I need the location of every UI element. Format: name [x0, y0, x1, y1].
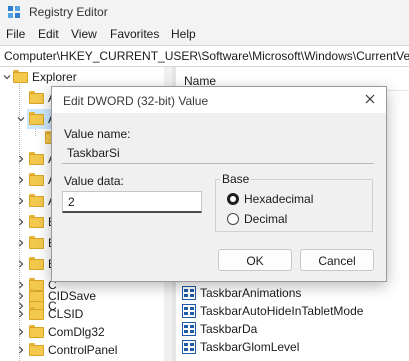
folder-icon [29, 215, 44, 228]
folder-icon [29, 91, 44, 104]
ok-button[interactable]: OK [218, 249, 292, 271]
value-name: TaskbarAnimations [200, 286, 302, 300]
tree-item-controlpanel[interactable]: ControlPanel [0, 340, 164, 361]
value-name-field[interactable]: TaskbarSi [62, 143, 374, 164]
chevron-right-icon[interactable] [17, 197, 25, 205]
dialog-title: Edit DWORD (32-bit) Value [63, 94, 209, 108]
decimal-radio[interactable] [227, 213, 239, 225]
menu-help[interactable]: Help [171, 27, 196, 41]
window-title: Registry Editor [29, 5, 108, 19]
tree-item-label: ComDlg32 [48, 325, 105, 339]
folder-icon [29, 173, 44, 186]
chevron-right-icon[interactable] [17, 155, 25, 163]
title-bar: Registry Editor [0, 0, 409, 24]
edit-dword-dialog[interactable]: Edit DWORD (32-bit) Value Value name: Ta… [51, 86, 387, 282]
value-data-text: 2 [68, 195, 75, 209]
chevron-right-icon[interactable] [17, 260, 25, 268]
value-name-text: TaskbarSi [67, 146, 120, 160]
menu-favorites[interactable]: Favorites [110, 27, 159, 41]
value-data-label: Value data: [64, 174, 124, 188]
chevron-down-icon[interactable] [17, 115, 25, 123]
menu-view[interactable]: View [71, 27, 97, 41]
dword-value-icon [182, 286, 196, 300]
value-row[interactable]: TaskbarGlomLevel [182, 339, 402, 357]
folder-icon [29, 194, 44, 207]
close-icon[interactable] [364, 93, 376, 105]
value-row[interactable]: TaskbarDa [182, 321, 402, 339]
hexadecimal-radio[interactable] [227, 193, 239, 205]
chevron-right-icon[interactable] [17, 218, 25, 226]
decimal-label[interactable]: Decimal [244, 212, 287, 226]
tree-item-label: CLSID [48, 307, 84, 321]
tree-item-explorer[interactable]: Explorer [0, 67, 164, 88]
dword-value-icon [182, 304, 196, 318]
tree-item-label: CIDSave [48, 289, 97, 303]
value-row[interactable]: TaskbarAutoHideInTabletMode [182, 303, 402, 321]
value-name-label: Value name: [64, 127, 131, 141]
value-name: TaskbarGlomLevel [200, 340, 300, 354]
chevron-right-icon[interactable] [17, 292, 25, 300]
chevron-right-icon[interactable] [17, 176, 25, 184]
dialog-title-bar[interactable]: Edit DWORD (32-bit) Value [52, 87, 386, 113]
chevron-right-icon[interactable] [17, 346, 25, 354]
folder-icon [29, 325, 44, 338]
menu-bar: File Edit View Favorites Help [0, 24, 409, 45]
folder-icon [29, 307, 44, 320]
value-row[interactable]: TaskbarAnimations [182, 285, 402, 303]
folder-icon [29, 152, 44, 165]
dword-value-icon [182, 340, 196, 354]
folder-icon [29, 343, 44, 356]
menu-file[interactable]: File [6, 27, 25, 41]
folder-icon [13, 70, 28, 83]
chevron-right-icon[interactable] [17, 328, 25, 336]
tree-item-label: Explorer [32, 70, 77, 84]
value-data-input[interactable]: 2 [62, 191, 202, 213]
folder-open-icon [29, 112, 44, 125]
cancel-button[interactable]: Cancel [300, 249, 374, 271]
folder-icon [29, 257, 44, 270]
registry-editor-icon [8, 6, 20, 18]
value-name: TaskbarAutoHideInTabletMode [200, 304, 364, 318]
dword-value-icon [182, 322, 196, 336]
hexadecimal-label[interactable]: Hexadecimal [244, 192, 313, 206]
tree-item-label: ControlPanel [48, 343, 118, 357]
menu-edit[interactable]: Edit [38, 27, 59, 41]
folder-icon [29, 236, 44, 249]
chevron-right-icon[interactable] [17, 310, 25, 318]
value-name: TaskbarDa [200, 322, 258, 336]
address-bar[interactable]: Computer\HKEY_CURRENT_USER\Software\Micr… [0, 45, 409, 67]
chevron-right-icon[interactable] [17, 239, 25, 247]
address-path[interactable]: Computer\HKEY_CURRENT_USER\Software\Micr… [4, 49, 409, 63]
chevron-down-icon[interactable] [3, 73, 11, 81]
base-label: Base [220, 172, 252, 186]
folder-icon [29, 289, 44, 302]
